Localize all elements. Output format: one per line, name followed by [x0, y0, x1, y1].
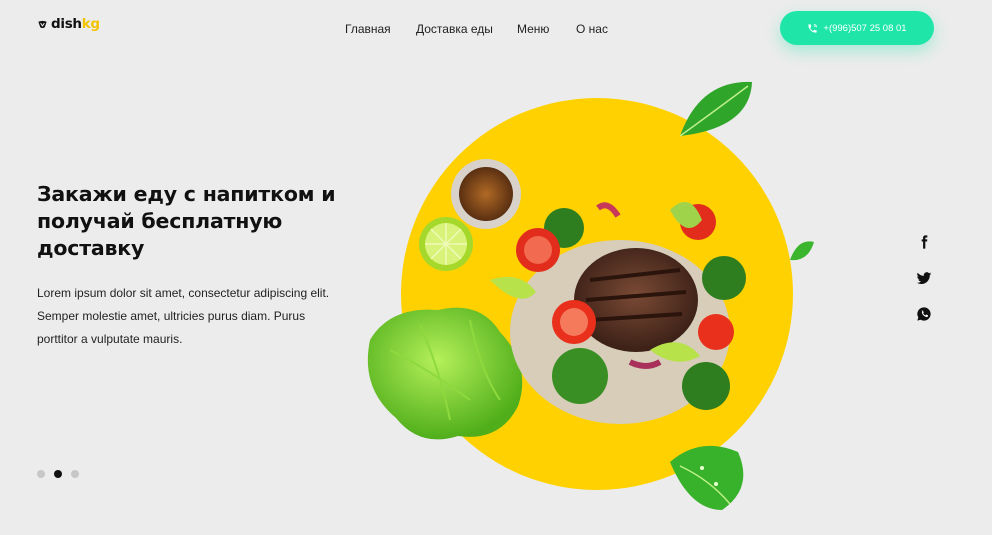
slider-dots [37, 470, 79, 478]
logo-text: dishkg [51, 16, 100, 32]
social-links [915, 233, 933, 323]
nav-link-home[interactable]: Главная [345, 22, 391, 36]
logo-text-part1: dish [51, 16, 82, 32]
phone-button[interactable]: +(996)507 25 08 01 [780, 11, 934, 45]
whatsapp-link[interactable] [915, 305, 933, 323]
leaf-small-icon [790, 241, 814, 261]
logo[interactable]: dishkg [37, 16, 100, 32]
sauce-bowl-icon [451, 159, 521, 229]
twitter-icon [916, 272, 932, 285]
slider-dot-3[interactable] [71, 470, 79, 478]
slider-dot-2[interactable] [54, 470, 62, 478]
logo-text-part2: kg [81, 16, 100, 32]
phone-icon [808, 23, 818, 33]
chef-hat-icon [38, 20, 47, 28]
leaf-bottom-icon [670, 445, 744, 510]
phone-number: +(996)507 25 08 01 [823, 22, 907, 34]
nav-link-delivery[interactable]: Доставка еды [416, 22, 493, 36]
hero-title: Закажи еду с напитком и получай бесплатн… [37, 182, 336, 260]
hero-food-illustration [367, 81, 814, 510]
facebook-icon [921, 235, 928, 249]
hero-description: Lorem ipsum dolor sit amet, consectetur … [37, 286, 330, 346]
twitter-link[interactable] [915, 269, 933, 287]
nav-link-menu[interactable]: Меню [517, 22, 549, 36]
nav-link-about[interactable]: О нас [576, 22, 608, 36]
facebook-link[interactable] [915, 233, 933, 251]
leaf-top-icon [679, 81, 752, 137]
landing-page: dishkg Главная Доставка еды Меню О нас +… [0, 0, 992, 535]
lime-icon [419, 217, 473, 271]
slider-dot-1[interactable] [37, 470, 45, 478]
whatsapp-icon [917, 307, 931, 321]
